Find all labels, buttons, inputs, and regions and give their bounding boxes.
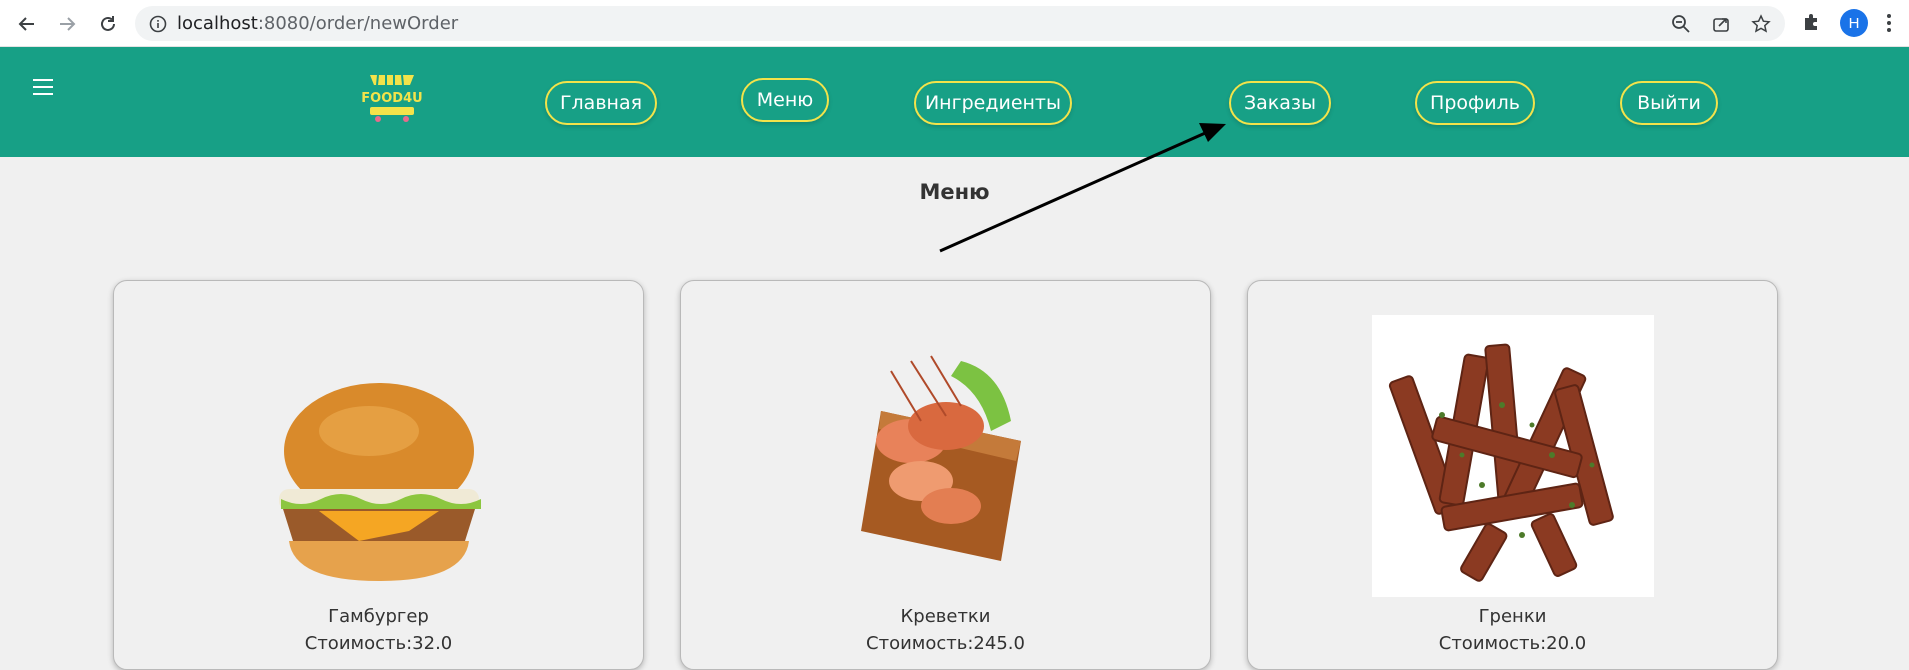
nav-profile[interactable]: Профиль: [1415, 81, 1535, 125]
croutons-image: [1371, 315, 1654, 597]
nav-ingredients[interactable]: Ингредиенты: [914, 81, 1072, 125]
menu-item-card[interactable]: Гренки Стоимость:20.0: [1247, 280, 1778, 670]
menu-item-name: Гренки: [1478, 606, 1547, 627]
url-text: localhost:8080/order/newOrder: [177, 13, 458, 34]
browser-menu-icon[interactable]: [1886, 12, 1892, 34]
address-bar[interactable]: localhost:8080/order/newOrder: [135, 6, 1785, 41]
burger-image: [259, 381, 499, 591]
menu-item-card[interactable]: Креветки Стоимость:245.0: [680, 280, 1211, 670]
browser-toolbar: localhost:8080/order/newOrder H: [0, 0, 1909, 47]
reload-icon[interactable]: [95, 11, 121, 37]
hamburger-menu-icon[interactable]: [33, 79, 53, 97]
site-header: FOOD4U Главная Меню Ингредиенты Заказы П…: [0, 47, 1909, 157]
menu-item-card[interactable]: Гамбургер Стоимость:32.0: [113, 280, 644, 670]
food4u-logo[interactable]: FOOD4U: [356, 69, 428, 129]
nav-orders[interactable]: Заказы: [1229, 81, 1331, 125]
url-path: :8080/order/newOrder: [257, 13, 459, 34]
menu-item-name: Гамбургер: [328, 606, 429, 627]
shrimp-image: [851, 331, 1041, 576]
site-info-icon[interactable]: [149, 15, 167, 37]
extensions-puzzle-icon[interactable]: [1801, 11, 1825, 35]
page-title: Меню: [919, 180, 990, 204]
nav-logout[interactable]: Выйти: [1620, 81, 1718, 125]
profile-avatar[interactable]: H: [1840, 9, 1868, 37]
zoom-out-icon[interactable]: [1671, 14, 1691, 34]
bookmark-star-icon[interactable]: [1751, 14, 1771, 34]
back-icon[interactable]: [14, 11, 40, 37]
logo-text: FOOD4U: [361, 91, 422, 106]
url-host: localhost: [177, 13, 258, 34]
share-icon[interactable]: [1711, 14, 1731, 34]
forward-icon[interactable]: [54, 11, 80, 37]
nav-home[interactable]: Главная: [545, 81, 657, 125]
nav-menu[interactable]: Меню: [741, 78, 829, 122]
menu-item-name: Креветки: [900, 606, 991, 627]
